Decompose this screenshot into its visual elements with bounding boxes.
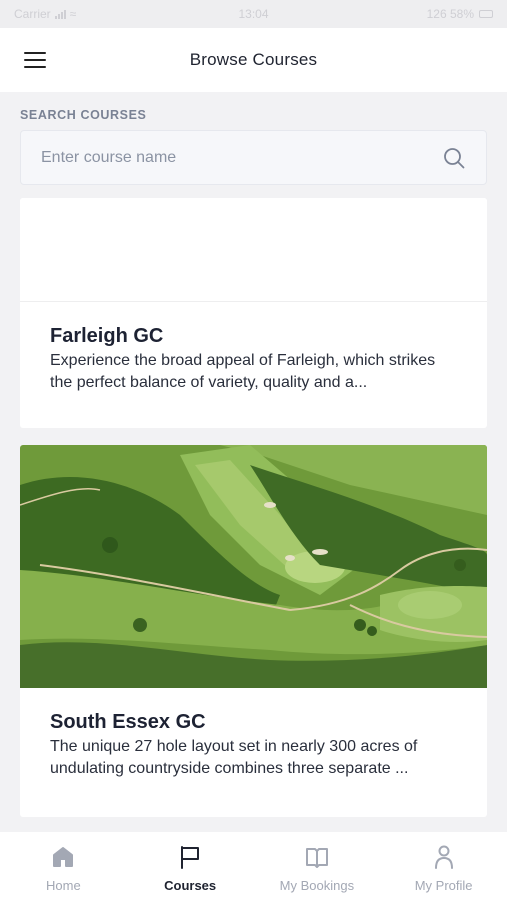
status-time: 13:04 xyxy=(238,7,269,21)
tab-label: My Bookings xyxy=(279,878,355,893)
course-card-body: South Essex GC The unique 27 hole layout… xyxy=(20,688,487,779)
course-image xyxy=(20,445,487,688)
course-description: The unique 27 hole layout set in nearly … xyxy=(50,738,418,777)
search-box[interactable] xyxy=(20,130,487,185)
tab-label: Courses xyxy=(164,878,217,893)
tab-courses[interactable]: Courses xyxy=(127,832,254,900)
tab-home[interactable]: Home xyxy=(0,832,127,900)
search-label: SEARCH COURSES xyxy=(20,108,147,122)
hamburger-menu-icon[interactable] xyxy=(22,50,48,70)
search-input[interactable] xyxy=(41,148,442,167)
course-title: Farleigh GC xyxy=(50,325,164,347)
book-icon xyxy=(305,848,328,868)
course-title: South Essex GC xyxy=(50,711,206,733)
page-title: Browse Courses xyxy=(189,50,318,69)
course-description: Experience the broad appeal of Farleigh,… xyxy=(50,352,436,391)
course-image-placeholder xyxy=(20,198,487,302)
person-icon xyxy=(434,845,453,869)
nav-header: Browse Courses xyxy=(0,28,507,92)
tab-my-bookings[interactable]: My Bookings xyxy=(254,832,381,900)
course-card[interactable]: Farleigh GC Experience the broad appeal … xyxy=(20,198,487,428)
course-card[interactable]: South Essex GC The unique 27 hole layout… xyxy=(20,445,487,817)
tab-my-profile[interactable]: My Profile xyxy=(380,832,507,900)
status-bar: Carrier ≈ 13:04 126 58% xyxy=(0,0,507,28)
search-icon[interactable] xyxy=(442,146,466,170)
course-card-body: Farleigh GC Experience the broad appeal … xyxy=(20,302,487,393)
home-icon xyxy=(53,847,74,867)
flag-icon xyxy=(181,846,200,869)
tab-label: My Profile xyxy=(414,878,473,893)
tab-label: Home xyxy=(46,878,81,893)
tab-bar: Home Courses My Bookings My Profile xyxy=(0,832,507,900)
